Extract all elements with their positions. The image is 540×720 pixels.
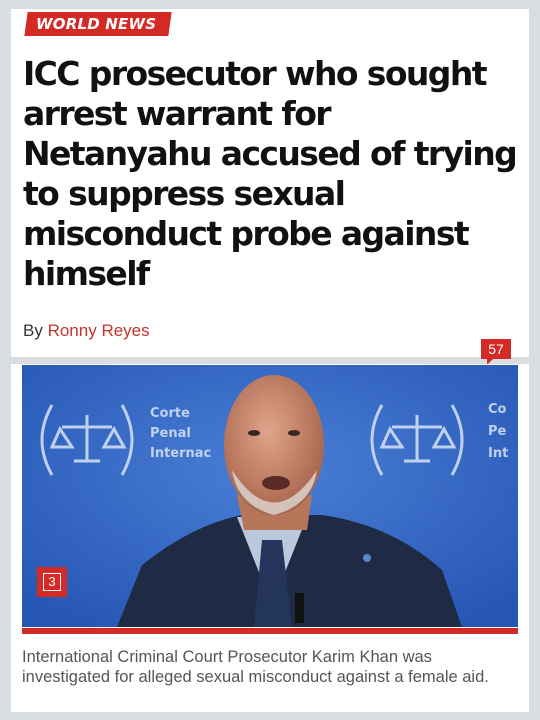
backdrop-text-right-2: Pe: [488, 424, 507, 439]
headline[interactable]: ICC prosecutor who sought arrest warrant…: [23, 54, 518, 294]
author-link[interactable]: Ronny Reyes: [48, 321, 150, 340]
backdrop-text-right-3: Int: [488, 446, 508, 461]
lapel-pin: [363, 554, 371, 562]
photo-caption: International Criminal Court Prosecutor …: [22, 648, 489, 686]
comment-count-badge[interactable]: 57: [481, 339, 511, 365]
section-tag-label[interactable]: WORLD NEWS: [36, 12, 156, 36]
backdrop-text-left-2: Penal: [150, 426, 191, 441]
backdrop-text-left-3: Internac: [150, 446, 211, 461]
article-header-card: WORLD NEWS ICC prosecutor who sought arr…: [11, 9, 529, 365]
byline-prefix: By: [23, 321, 43, 340]
gallery-count-badge[interactable]: 3: [37, 567, 67, 597]
article-media-card: Corte Penal Internac Co Pe Int 3 Interna…: [11, 364, 529, 712]
caption-divider: [22, 628, 518, 634]
section-tag[interactable]: WORLD NEWS: [24, 12, 172, 36]
backdrop-text-right-1: Co: [488, 402, 507, 417]
gallery-count: 3: [43, 573, 61, 591]
head: [224, 375, 324, 515]
article-photo[interactable]: Corte Penal Internac Co Pe Int: [22, 365, 518, 627]
byline: By Ronny Reyes: [23, 321, 150, 341]
microphone: [295, 593, 304, 623]
backdrop-text-left-1: Corte: [150, 406, 190, 421]
photo-illustration: Corte Penal Internac Co Pe Int: [22, 365, 518, 627]
